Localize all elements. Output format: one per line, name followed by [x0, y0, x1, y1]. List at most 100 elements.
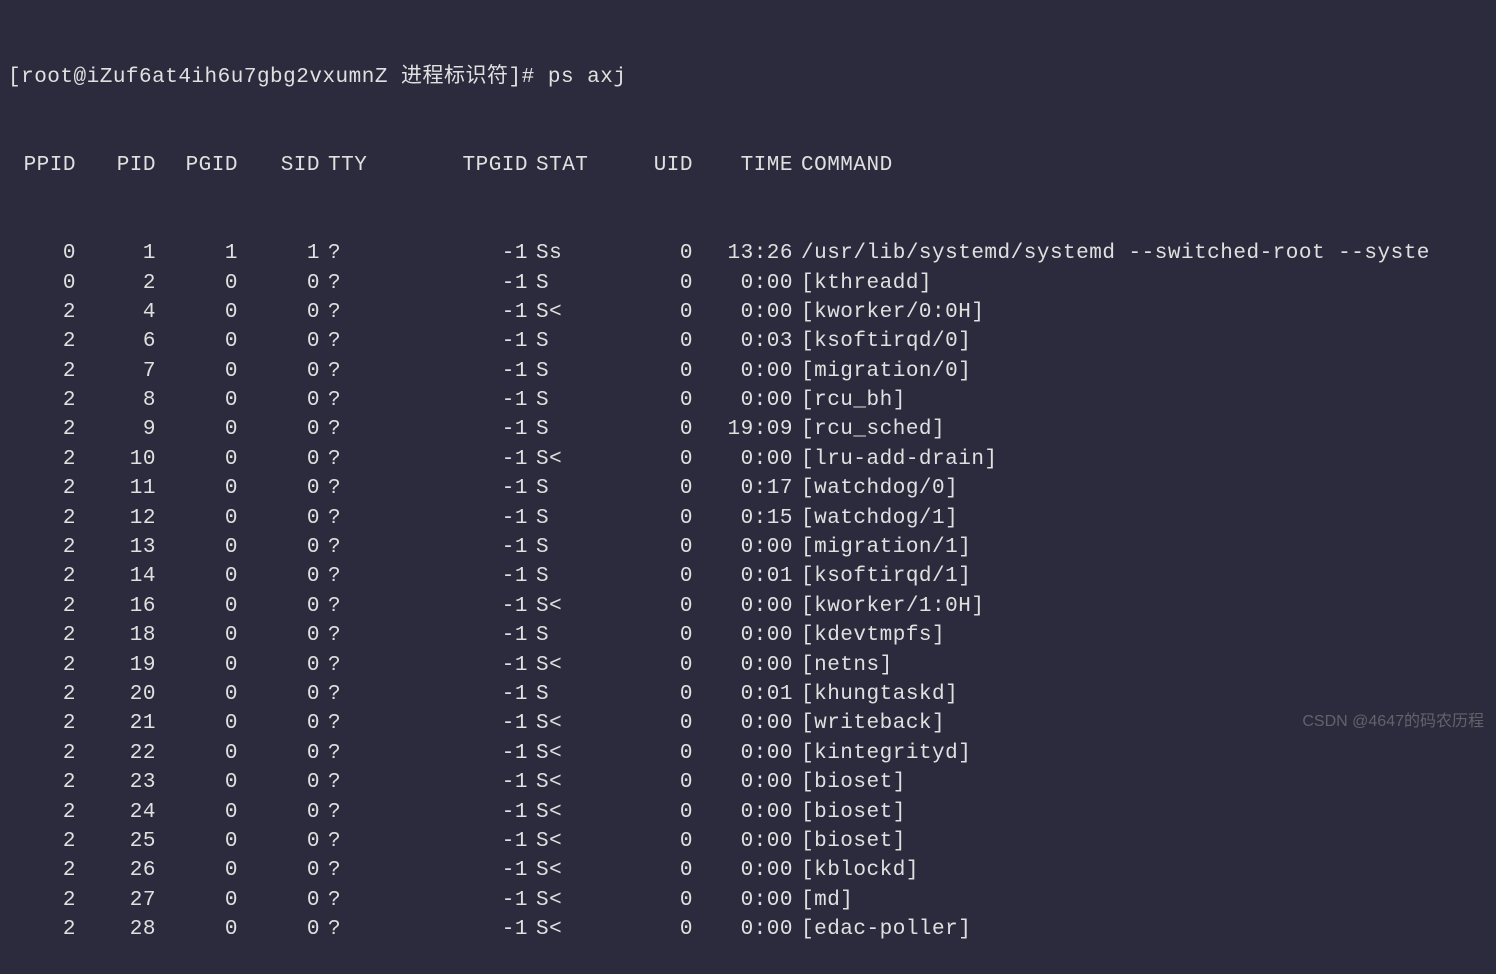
cell-time: 0:17 — [693, 474, 793, 503]
cell-pgid: 0 — [156, 533, 238, 562]
cell-tpgid: -1 — [378, 886, 528, 915]
cell-time: 0:00 — [693, 827, 793, 856]
cell-pgid: 0 — [156, 592, 238, 621]
cell-uid: 0 — [598, 856, 693, 885]
cell-ppid: 2 — [8, 709, 76, 738]
cell-pgid: 0 — [156, 357, 238, 386]
cell-pgid: 0 — [156, 504, 238, 533]
cell-ppid: 2 — [8, 445, 76, 474]
cell-stat: S< — [528, 886, 598, 915]
table-row: 0200?-1S00:00[kthreadd] — [8, 269, 1488, 298]
cell-tpgid: -1 — [378, 562, 528, 591]
cell-stat: S — [528, 415, 598, 444]
table-row: 21600?-1S<00:00[kworker/1:0H] — [8, 592, 1488, 621]
cell-uid: 0 — [598, 415, 693, 444]
cell-pid: 12 — [76, 504, 156, 533]
cell-pgid: 0 — [156, 739, 238, 768]
cell-time: 0:00 — [693, 709, 793, 738]
cell-command: [kblockd] — [793, 856, 1488, 885]
cell-tpgid: -1 — [378, 798, 528, 827]
table-row: 21300?-1S00:00[migration/1] — [8, 533, 1488, 562]
cell-stat: S — [528, 357, 598, 386]
cell-sid: 0 — [238, 357, 320, 386]
cell-tty: ? — [320, 739, 378, 768]
cell-stat: S< — [528, 445, 598, 474]
header-pid: PID — [76, 151, 156, 180]
cell-pgid: 0 — [156, 621, 238, 650]
cell-pid: 4 — [76, 298, 156, 327]
table-row: 22700?-1S<00:00[md] — [8, 886, 1488, 915]
cell-pid: 1 — [76, 239, 156, 268]
cell-sid: 0 — [238, 445, 320, 474]
table-row: 22000?-1S00:01[khungtaskd] — [8, 680, 1488, 709]
cell-pid: 16 — [76, 592, 156, 621]
cell-command: [khungtaskd] — [793, 680, 1488, 709]
table-row: 2700?-1S00:00[migration/0] — [8, 357, 1488, 386]
cell-tpgid: -1 — [378, 474, 528, 503]
cell-time: 0:00 — [693, 386, 793, 415]
cell-stat: S< — [528, 651, 598, 680]
table-row: 21100?-1S00:17[watchdog/0] — [8, 474, 1488, 503]
cell-command: [watchdog/1] — [793, 504, 1488, 533]
header-pgid: PGID — [156, 151, 238, 180]
cell-ppid: 2 — [8, 474, 76, 503]
cell-time: 0:00 — [693, 886, 793, 915]
cell-time: 0:00 — [693, 856, 793, 885]
cell-stat: S — [528, 562, 598, 591]
cell-sid: 0 — [238, 592, 320, 621]
cell-uid: 0 — [598, 239, 693, 268]
cell-pgid: 0 — [156, 386, 238, 415]
header-ppid: PPID — [8, 151, 76, 180]
table-row: 22400?-1S<00:00[bioset] — [8, 798, 1488, 827]
cell-command: [bioset] — [793, 768, 1488, 797]
cell-ppid: 2 — [8, 915, 76, 944]
cell-tpgid: -1 — [378, 415, 528, 444]
cell-tpgid: -1 — [378, 592, 528, 621]
cell-command: /usr/lib/systemd/systemd --switched-root… — [793, 239, 1488, 268]
cell-pid: 28 — [76, 915, 156, 944]
cell-uid: 0 — [598, 651, 693, 680]
cell-stat: S< — [528, 768, 598, 797]
cell-sid: 0 — [238, 886, 320, 915]
cell-pgid: 1 — [156, 239, 238, 268]
cell-command: [md] — [793, 886, 1488, 915]
cell-sid: 0 — [238, 504, 320, 533]
cell-sid: 0 — [238, 415, 320, 444]
cell-time: 0:03 — [693, 327, 793, 356]
cell-pgid: 0 — [156, 798, 238, 827]
process-rows-container: 0111?-1Ss013:26/usr/lib/systemd/systemd … — [8, 239, 1488, 944]
cell-ppid: 2 — [8, 504, 76, 533]
cell-pgid: 0 — [156, 562, 238, 591]
table-row: 0111?-1Ss013:26/usr/lib/systemd/systemd … — [8, 239, 1488, 268]
cell-ppid: 2 — [8, 651, 76, 680]
cell-ppid: 0 — [8, 269, 76, 298]
cell-command: [ksoftirqd/1] — [793, 562, 1488, 591]
cell-stat: S — [528, 474, 598, 503]
header-uid: UID — [598, 151, 693, 180]
cell-uid: 0 — [598, 709, 693, 738]
cell-tty: ? — [320, 327, 378, 356]
cell-pgid: 0 — [156, 680, 238, 709]
cell-pid: 6 — [76, 327, 156, 356]
cell-pgid: 0 — [156, 709, 238, 738]
cell-pid: 27 — [76, 886, 156, 915]
cell-tty: ? — [320, 269, 378, 298]
cell-command: [kthreadd] — [793, 269, 1488, 298]
cell-pgid: 0 — [156, 915, 238, 944]
terminal-output[interactable]: [root@iZuf6at4ih6u7gbg2vxumnZ 进程标识符]# ps… — [8, 4, 1488, 974]
cell-uid: 0 — [598, 915, 693, 944]
cell-sid: 0 — [238, 386, 320, 415]
cell-ppid: 2 — [8, 739, 76, 768]
table-row: 21400?-1S00:01[ksoftirqd/1] — [8, 562, 1488, 591]
cell-tpgid: -1 — [378, 327, 528, 356]
cell-stat: S — [528, 504, 598, 533]
cell-tpgid: -1 — [378, 533, 528, 562]
cell-pgid: 0 — [156, 768, 238, 797]
cell-tty: ? — [320, 504, 378, 533]
cell-pid: 19 — [76, 651, 156, 680]
cell-pgid: 0 — [156, 298, 238, 327]
cell-time: 0:00 — [693, 768, 793, 797]
cell-tpgid: -1 — [378, 298, 528, 327]
cell-ppid: 2 — [8, 798, 76, 827]
header-sid: SID — [238, 151, 320, 180]
